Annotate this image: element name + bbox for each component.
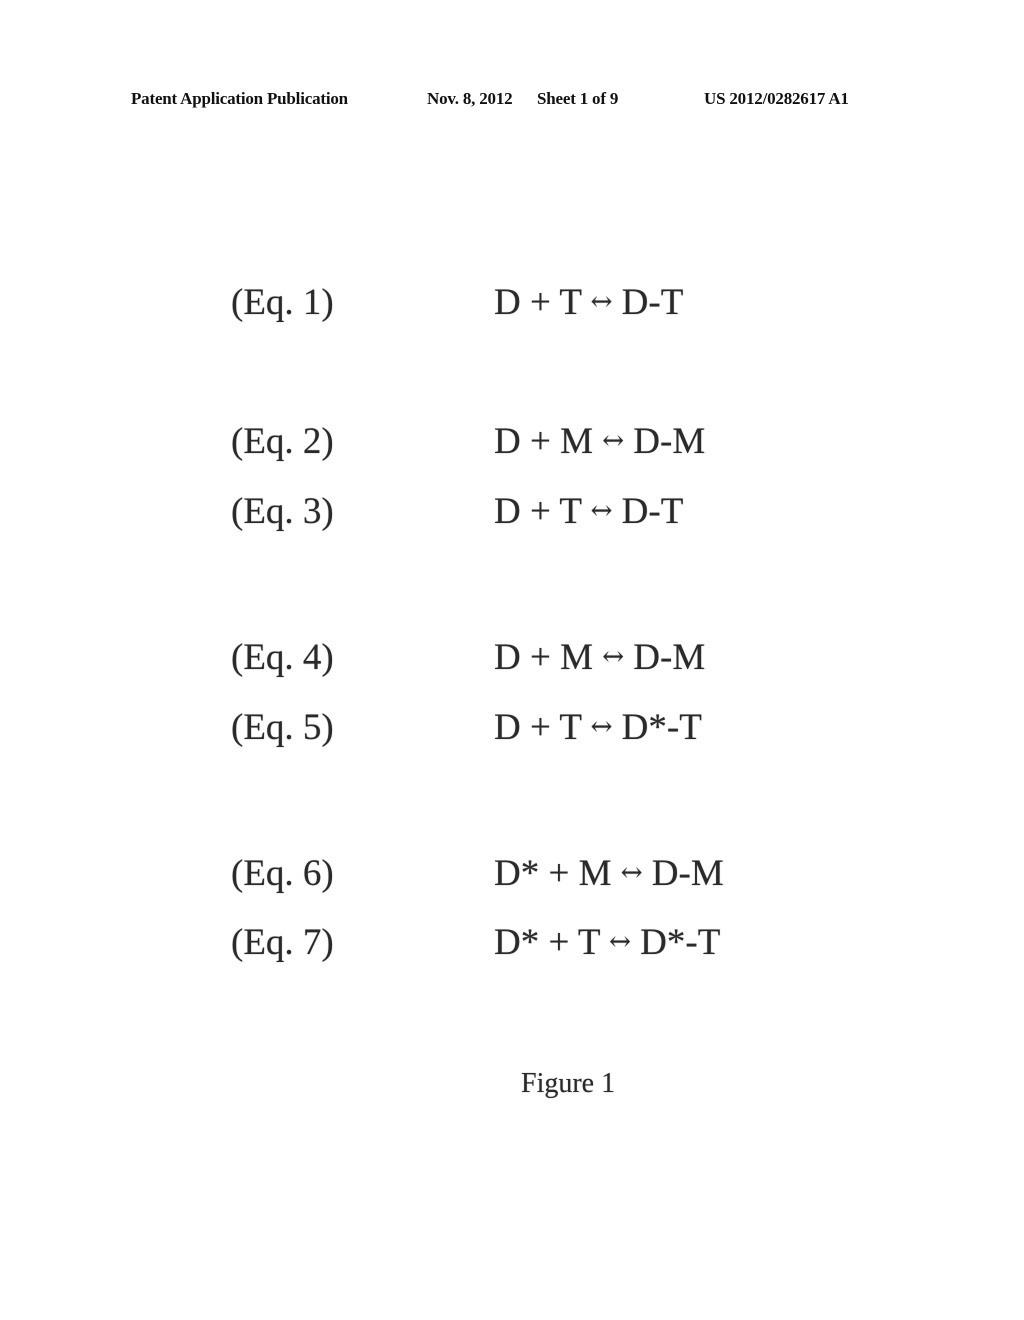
- left-right-arrow-icon: ↔: [590, 287, 613, 317]
- equation-1: (Eq. 1) D + T ↔ D-T: [0, 281, 1024, 331]
- equation-lhs: D + M: [494, 637, 593, 678]
- publication-number: US 2012/0282617 A1: [704, 89, 849, 108]
- equation-7: (Eq. 7) D* + T ↔ D*-T: [0, 921, 1024, 971]
- equation-6: (Eq. 6) D* + M ↔ D-M: [0, 852, 1024, 902]
- left-right-arrow-icon: ↔: [590, 496, 613, 526]
- equation-rhs: D-M: [633, 421, 706, 462]
- equation-expression: D + M ↔ D-M: [494, 636, 705, 679]
- left-right-arrow-icon: ↔: [602, 426, 625, 456]
- left-right-arrow-icon: ↔: [620, 858, 643, 888]
- equation-rhs: D-T: [621, 491, 684, 532]
- publication-date: Nov. 8, 2012: [427, 89, 513, 108]
- equation-lhs: D + M: [494, 421, 593, 462]
- equation-label: (Eq. 3): [231, 491, 334, 532]
- equation-5: (Eq. 5) D + T ↔ D*-T: [0, 706, 1024, 756]
- equation-lhs: D + T: [494, 282, 582, 323]
- equation-lhs: D* + T: [494, 922, 600, 963]
- equation-label: (Eq. 4): [231, 637, 334, 678]
- equation-2: (Eq. 2) D + M ↔ D-M: [0, 420, 1024, 470]
- equation-label: (Eq. 6): [231, 853, 334, 894]
- equation-expression: D + T ↔ D-T: [494, 281, 683, 324]
- equation-expression: D* + T ↔ D*-T: [494, 921, 720, 964]
- equation-expression: D* + M ↔ D-M: [494, 852, 724, 895]
- equation-label: (Eq. 2): [231, 421, 334, 462]
- equation-lhs: D + T: [494, 707, 582, 748]
- left-right-arrow-icon: ↔: [590, 712, 613, 742]
- equation-lhs: D + T: [494, 491, 582, 532]
- patent-header: Patent Application Publication Nov. 8, 2…: [0, 89, 1024, 113]
- equation-rhs: D-M: [651, 853, 724, 894]
- sheet-number: Sheet 1 of 9: [537, 89, 619, 108]
- equation-rhs: D*-T: [621, 707, 702, 748]
- equation-4: (Eq. 4) D + M ↔ D-M: [0, 636, 1024, 686]
- equation-rhs: D-T: [621, 282, 684, 323]
- equation-expression: D + T ↔ D-T: [494, 490, 683, 533]
- left-right-arrow-icon: ↔: [602, 642, 625, 672]
- equation-expression: D + M ↔ D-M: [494, 420, 705, 463]
- equation-label: (Eq. 1): [231, 282, 334, 323]
- publication-type: Patent Application Publication: [131, 89, 348, 108]
- equation-rhs: D-M: [633, 637, 706, 678]
- equation-expression: D + T ↔ D*-T: [494, 706, 702, 749]
- equation-lhs: D* + M: [494, 853, 612, 894]
- left-right-arrow-icon: ↔: [609, 927, 631, 957]
- figure-caption: Figure 1: [521, 1068, 616, 1099]
- equation-3: (Eq. 3) D + T ↔ D-T: [0, 490, 1024, 540]
- equation-rhs: D*-T: [640, 922, 721, 963]
- equation-label: (Eq. 7): [231, 922, 334, 963]
- equation-label: (Eq. 5): [231, 707, 334, 748]
